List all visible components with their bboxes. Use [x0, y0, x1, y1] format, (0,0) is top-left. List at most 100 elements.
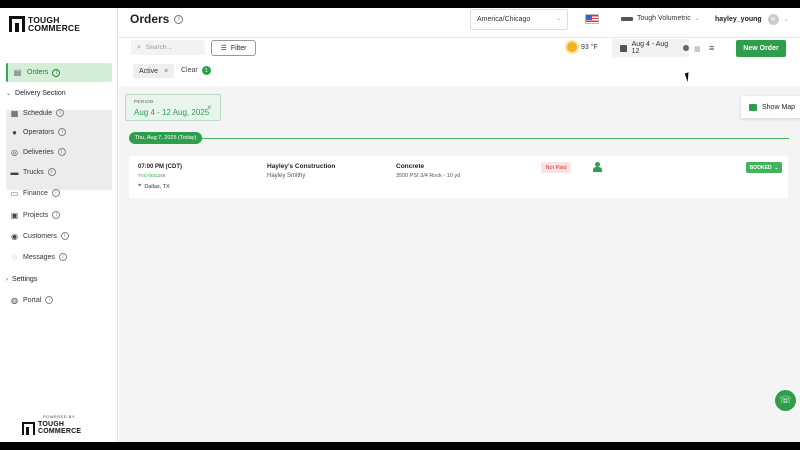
sidebar-item-label: Finance: [23, 189, 48, 197]
list-view-icon[interactable]: ≡: [709, 43, 714, 53]
sidebar-item-deliveries[interactable]: ◎ Deliveries i: [10, 144, 66, 160]
show-map-button[interactable]: Show Map: [741, 96, 800, 118]
temperature: 93 °F: [581, 43, 598, 51]
date-range-picker[interactable]: Aug 4 - Aug 12: [612, 39, 689, 57]
document-icon: ▭: [10, 188, 19, 198]
search-icon: ⌕: [137, 43, 141, 51]
info-icon[interactable]: i: [58, 128, 67, 136]
clear-date-icon[interactable]: [683, 45, 689, 51]
sidebar-item-label: Messages: [23, 253, 55, 261]
app-window: TOUGH COMMERCE ▤ Orders i ⌄ Delivery Sec…: [0, 8, 800, 442]
chevron-down-icon: ⌄: [694, 16, 700, 22]
grid-view-icon[interactable]: ▦: [694, 45, 701, 53]
chevron-down-icon: ⌄: [774, 164, 779, 170]
sidebar-item-label: Operators: [23, 128, 55, 136]
sidebar-item-label: Portal: [23, 296, 42, 304]
section-label: Delivery Section: [15, 90, 66, 97]
sidebar-item-label: Trucks: [23, 168, 44, 176]
filter-icon: ☰: [220, 45, 227, 52]
filter-label: Filter: [230, 44, 247, 52]
footer-logo: TOUGH COMMERCE: [22, 421, 81, 435]
sidebar-section-delivery[interactable]: ⌄ Delivery Section: [6, 90, 66, 97]
company-name: Tough Volumetric: [637, 15, 691, 22]
globe-icon: ◍: [11, 295, 18, 305]
orders-icon: ▤: [13, 68, 22, 77]
section-label: Settings: [12, 276, 38, 283]
sidebar-item-trucks[interactable]: ▬ Trucks i: [10, 164, 56, 180]
logo-mark-icon: [9, 16, 25, 32]
info-icon[interactable]: i: [60, 232, 69, 240]
support-headset-icon[interactable]: ☏: [775, 390, 796, 411]
sidebar-item-operators[interactable]: ● Operators i: [10, 124, 67, 140]
order-spec: 3500 PSI 3/4 Rock - 10 yd: [396, 173, 461, 179]
timezone-select[interactable]: America/Chicago ⌄: [470, 9, 568, 30]
customers-icon: ◉: [11, 231, 18, 241]
info-icon[interactable]: i: [52, 68, 61, 77]
sidebar-item-schedule[interactable]: ▦ Schedule i: [10, 105, 65, 121]
period-label: PERIOD: [134, 99, 154, 104]
clear-filters-button[interactable]: Clear 1: [181, 66, 211, 75]
close-icon[interactable]: ×: [164, 68, 168, 75]
date-divider: [175, 138, 789, 139]
info-icon[interactable]: i: [56, 109, 65, 117]
company-switcher[interactable]: Tough Volumetric ⌄: [621, 15, 700, 22]
pin-icon: ⌖: [138, 183, 142, 189]
chip-label: Active: [139, 67, 159, 75]
sidebar-item-label: Customers: [23, 232, 57, 240]
page-title: Orders i: [130, 12, 184, 26]
info-icon[interactable]: i: [58, 253, 67, 261]
chevron-down-icon: ⌄: [6, 91, 12, 97]
logo-line2: COMMERCE: [38, 428, 82, 435]
sidebar-item-customers[interactable]: ◉ Customers i: [10, 228, 69, 244]
person-icon: ●: [12, 127, 17, 137]
calendar-icon: [620, 44, 627, 52]
active-filter-chip[interactable]: Active ×: [133, 64, 175, 78]
table-row[interactable]: 07:00 PM (CDT) TVC-0011168 ⌖ Dallas, TX …: [129, 156, 788, 198]
sidebar-item-finance[interactable]: ▭ Finance i: [10, 185, 60, 201]
order-contact: Hayley Smithy: [267, 173, 306, 179]
info-icon[interactable]: i: [174, 14, 184, 24]
sidebar-item-messages[interactable]: ◌ Messages i: [10, 249, 67, 265]
truck-icon: ▬: [10, 167, 19, 177]
truck-icon: [621, 16, 633, 21]
sidebar-item-projects[interactable]: ▣ Projects i: [10, 207, 61, 223]
close-icon[interactable]: ×: [207, 103, 212, 112]
user-menu[interactable]: hayley_young H ⌄: [715, 14, 789, 25]
period-value: Aug 4 - 12 Aug, 2025: [134, 108, 210, 117]
order-customer: Hayley's Construction: [267, 163, 336, 170]
info-icon[interactable]: i: [57, 148, 66, 156]
sidebar-item-portal[interactable]: ◍ Portal i: [10, 292, 54, 308]
location-text: Dallas, TX: [144, 183, 170, 190]
chevron-right-icon: ›: [6, 276, 8, 283]
avatar: H: [767, 14, 779, 25]
order-status-dropdown[interactable]: BOOKED ⌄: [746, 162, 782, 173]
chevron-down-icon: ⌄: [555, 16, 561, 22]
search-input[interactable]: ⌕ Search...: [131, 40, 205, 55]
sidebar: TOUGH COMMERCE ▤ Orders i ⌄ Delivery Sec…: [0, 8, 118, 442]
logo-line1: TOUGH: [38, 421, 65, 428]
order-id[interactable]: TVC-0011168: [138, 173, 165, 178]
payment-status-badge: Not Paid: [541, 162, 571, 173]
info-icon[interactable]: i: [45, 296, 54, 304]
sidebar-section-settings[interactable]: › Settings: [6, 276, 37, 283]
info-icon[interactable]: i: [52, 211, 61, 219]
info-icon[interactable]: i: [47, 168, 56, 176]
projects-icon: ▣: [10, 210, 19, 220]
chevron-down-icon: ⌄: [783, 17, 789, 23]
weather-widget: 93 °F: [567, 42, 598, 52]
new-order-button[interactable]: New Order: [736, 40, 786, 57]
filter-button[interactable]: ☰ Filter: [211, 40, 256, 56]
driver-icon[interactable]: [593, 162, 602, 173]
sidebar-item-orders[interactable]: ▤ Orders i: [6, 63, 112, 82]
show-map-label: Show Map: [762, 103, 796, 111]
brand-logo[interactable]: TOUGH COMMERCE: [9, 16, 80, 32]
search-placeholder: Search...: [145, 44, 172, 51]
day-label-pill: Thu, Aug 7, 2025 (Today): [129, 132, 202, 144]
status-label: BOOKED: [749, 164, 772, 171]
info-icon[interactable]: i: [51, 189, 60, 197]
sun-icon: [567, 42, 577, 52]
period-card[interactable]: PERIOD Aug 4 - 12 Aug, 2025 ×: [125, 94, 221, 121]
logo-mark-icon: [22, 421, 35, 435]
sidebar-item-label: Deliveries: [23, 148, 54, 156]
us-flag-icon[interactable]: [585, 14, 599, 24]
